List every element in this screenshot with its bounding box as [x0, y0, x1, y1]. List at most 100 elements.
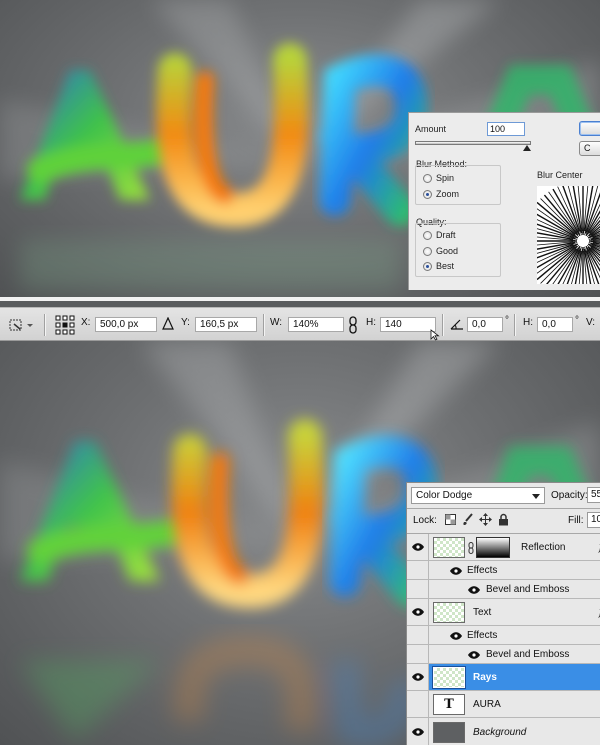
- rotate-angle-icon[interactable]: [450, 318, 464, 330]
- lock-brush-icon[interactable]: [462, 513, 474, 526]
- lock-move-icon[interactable]: [479, 513, 492, 526]
- layer-effect-bevel-row[interactable]: Bevel and Emboss: [407, 645, 600, 664]
- lock-all-icon[interactable]: [498, 513, 509, 526]
- radio-spin[interactable]: Spin: [423, 173, 454, 183]
- width-input[interactable]: 140%: [288, 317, 344, 332]
- layer-thumbnail[interactable]: [433, 667, 465, 688]
- layer-name[interactable]: Rays: [473, 672, 497, 683]
- layer-effects-row[interactable]: Effects: [407, 561, 600, 580]
- layer-name[interactable]: Reflection: [521, 542, 565, 553]
- blend-mode-value: Color Dodge: [416, 490, 473, 501]
- radio-spin-indicator[interactable]: [423, 173, 432, 183]
- layer-row-reflection[interactable]: Reflection f: [407, 534, 600, 561]
- amount-label: Amount: [415, 124, 447, 134]
- visibility-toggle[interactable]: [407, 664, 429, 690]
- eye-icon[interactable]: [412, 673, 424, 681]
- degree-symbol: °: [505, 315, 509, 326]
- layer-thumbnail[interactable]: [433, 602, 465, 623]
- layer-row-aura[interactable]: T AURA: [407, 691, 600, 718]
- type-layer-thumbnail[interactable]: T: [433, 694, 465, 715]
- eye-icon[interactable]: [412, 728, 424, 736]
- blend-mode-select[interactable]: Color Dodge: [411, 487, 545, 504]
- height-label: H:: [366, 317, 376, 328]
- radio-zoom-indicator[interactable]: [423, 189, 432, 199]
- eye-icon[interactable]: [450, 567, 462, 575]
- options-separator: [44, 314, 45, 336]
- radial-blur-dialog: Amount C Blur Method: Spin Zoom Quality:…: [408, 112, 600, 290]
- reference-point-icon[interactable]: [55, 315, 75, 335]
- effects-label[interactable]: Effects: [467, 630, 497, 641]
- visibility-toggle[interactable]: [407, 718, 429, 745]
- y-input[interactable]: 160,5 px: [195, 317, 257, 332]
- eye-icon[interactable]: [412, 543, 424, 551]
- layer-row-background[interactable]: Background: [407, 718, 600, 745]
- blur-center-preview[interactable]: [537, 186, 600, 284]
- layer-name[interactable]: Text: [473, 607, 491, 618]
- radio-good-indicator[interactable]: [423, 246, 432, 256]
- link-chain-icon[interactable]: [348, 316, 358, 334]
- radio-draft-indicator[interactable]: [423, 230, 432, 240]
- layer-name[interactable]: AURA: [473, 699, 501, 710]
- lock-transparent-icon[interactable]: [445, 514, 456, 525]
- options-separator: [263, 314, 264, 336]
- ok-button[interactable]: [579, 121, 600, 136]
- layer-thumbnail[interactable]: [433, 722, 465, 743]
- radio-zoom[interactable]: Zoom: [423, 189, 459, 199]
- visibility-toggle[interactable]: [407, 580, 429, 598]
- radio-zoom-label: Zoom: [436, 189, 460, 199]
- visibility-toggle[interactable]: [407, 534, 429, 560]
- layer-name[interactable]: Background: [473, 727, 526, 738]
- radio-draft[interactable]: Draft: [423, 230, 456, 240]
- eye-icon[interactable]: [468, 586, 480, 594]
- layer-thumbnail[interactable]: [433, 537, 465, 558]
- visibility-toggle[interactable]: [407, 691, 429, 717]
- bevel-emboss-label[interactable]: Bevel and Emboss: [486, 584, 569, 595]
- layer-mask-thumbnail[interactable]: [476, 537, 510, 558]
- lock-label: Lock:: [413, 515, 437, 526]
- radio-good[interactable]: Good: [423, 246, 458, 256]
- eye-icon[interactable]: [412, 608, 424, 616]
- fill-input[interactable]: 10: [587, 512, 600, 528]
- eye-icon[interactable]: [468, 651, 480, 659]
- visibility-toggle[interactable]: [407, 599, 429, 625]
- horizontal-skew-input[interactable]: 0,0: [537, 317, 573, 332]
- x-input[interactable]: 500,0 px: [95, 317, 157, 332]
- layer-effect-bevel-row[interactable]: Bevel and Emboss: [407, 580, 600, 599]
- amount-slider-track[interactable]: [415, 141, 531, 145]
- transform-options-bar: X: 500,0 px Y: 160,5 px W: 140% H: 140 0…: [0, 307, 600, 341]
- blur-method-group: [415, 165, 501, 205]
- radio-best-indicator[interactable]: [423, 261, 432, 271]
- bevel-emboss-label[interactable]: Bevel and Emboss: [486, 649, 569, 660]
- layer-effects-row[interactable]: Effects: [407, 626, 600, 645]
- radio-draft-label: Draft: [436, 230, 456, 240]
- effects-label[interactable]: Effects: [467, 565, 497, 576]
- amount-slider-thumb[interactable]: [523, 145, 531, 151]
- y-label: Y:: [181, 317, 190, 328]
- height-input[interactable]: 140: [380, 317, 436, 332]
- visibility-toggle[interactable]: [407, 561, 429, 579]
- panel-divider: [407, 508, 600, 509]
- eye-icon[interactable]: [450, 632, 462, 640]
- visibility-toggle[interactable]: [407, 645, 429, 663]
- zoom-burst-graphic: [537, 186, 600, 284]
- mask-link-icon[interactable]: [468, 542, 474, 554]
- amount-input[interactable]: [487, 122, 525, 136]
- radio-good-label: Good: [436, 246, 459, 256]
- visibility-toggle[interactable]: [407, 626, 429, 644]
- radio-best[interactable]: Best: [423, 261, 454, 271]
- cancel-button[interactable]: C: [579, 141, 600, 156]
- options-separator: [514, 314, 515, 336]
- layers-panel: Color Dodge Opacity: 55 Lock: Fill: 10 R…: [406, 482, 600, 745]
- width-label: W:: [270, 317, 283, 328]
- fill-label: Fill:: [568, 515, 584, 526]
- layer-row-text[interactable]: Text f: [407, 599, 600, 626]
- vertical-skew-label: V:: [586, 317, 596, 328]
- relative-position-triangle-icon[interactable]: [162, 317, 174, 331]
- tool-preset-icon[interactable]: [8, 317, 34, 333]
- rotate-input[interactable]: 0,0: [467, 317, 503, 332]
- layer-row-rays[interactable]: Rays: [407, 664, 600, 691]
- radio-best-label: Best: [436, 261, 455, 271]
- radio-spin-label: Spin: [436, 173, 455, 183]
- opacity-input[interactable]: 55: [587, 487, 600, 503]
- x-label: X:: [81, 317, 91, 328]
